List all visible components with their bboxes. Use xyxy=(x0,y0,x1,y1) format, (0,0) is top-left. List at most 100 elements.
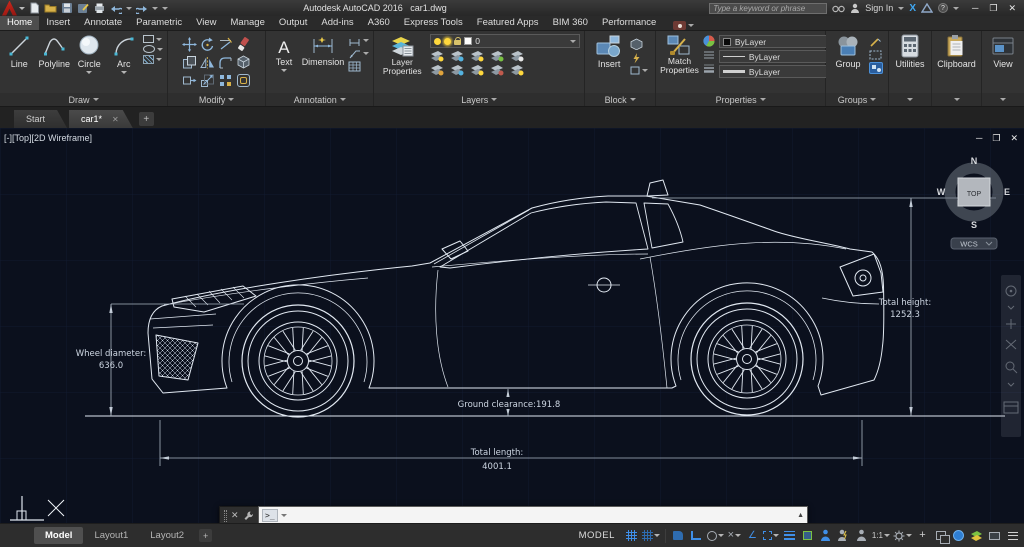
file-tab-car1[interactable]: car1*✕ xyxy=(69,110,133,128)
command-input[interactable] xyxy=(290,511,794,521)
app-menu-caret-icon[interactable] xyxy=(19,7,25,10)
tab-a360[interactable]: A360 xyxy=(361,15,397,30)
customization-menu[interactable] xyxy=(1004,527,1021,544)
polyline-button[interactable]: Polyline xyxy=(38,34,70,69)
polar-tracking-toggle[interactable]: ∠ xyxy=(744,527,761,544)
annotation-scale-person[interactable] xyxy=(853,527,870,544)
plot-icon[interactable] xyxy=(93,2,106,14)
infer-constraints-toggle[interactable] xyxy=(670,527,687,544)
copy-icon[interactable] xyxy=(181,54,198,71)
tab-featured-apps[interactable]: Featured Apps xyxy=(470,15,546,30)
viewport-controls-label[interactable]: [-][Top][2D Wireframe] xyxy=(4,133,92,143)
modify-panel-label[interactable]: Modify xyxy=(168,93,265,106)
group-button[interactable]: Group xyxy=(831,34,865,69)
arc-button[interactable]: Arc xyxy=(109,34,139,74)
layer-isolate-icon[interactable] xyxy=(450,50,464,62)
exchange-apps-icon[interactable]: X xyxy=(909,3,916,14)
linetype-list-icon[interactable] xyxy=(703,50,715,60)
command-line[interactable]: ✕ >_ ▲ xyxy=(219,506,808,523)
tab-performance[interactable]: Performance xyxy=(595,15,663,30)
tab-addins[interactable]: Add-ins xyxy=(314,15,360,30)
clipboard-button[interactable]: Clipboard xyxy=(936,34,977,69)
hatch-icon[interactable] xyxy=(143,55,154,64)
scale-icon[interactable] xyxy=(199,72,216,89)
isoplane-toggle[interactable]: × xyxy=(726,527,743,544)
text-button[interactable]: A Text xyxy=(270,34,297,72)
customize-wrench-icon[interactable] xyxy=(243,510,254,521)
command-history-icon[interactable]: ▲ xyxy=(797,512,804,519)
a360-icon[interactable] xyxy=(921,3,933,13)
rectangle-caret-icon[interactable] xyxy=(156,38,162,41)
hardware-acceleration[interactable] xyxy=(968,527,985,544)
array-icon[interactable] xyxy=(217,72,234,89)
layer-dropdown[interactable]: 0 xyxy=(430,34,580,48)
open-folder-icon[interactable] xyxy=(44,2,57,14)
wcs-dropdown[interactable]: WCS xyxy=(951,238,997,249)
leader-caret-icon[interactable] xyxy=(363,52,369,55)
leader-icon[interactable] xyxy=(348,48,361,59)
tab-home[interactable]: Home xyxy=(0,15,39,30)
block-editor-icon[interactable] xyxy=(630,66,640,75)
new-file-icon[interactable] xyxy=(29,2,40,14)
clipboard-panel-label[interactable] xyxy=(932,93,981,106)
properties-panel-label[interactable]: Properties xyxy=(656,93,825,106)
tab-output[interactable]: Output xyxy=(272,15,315,30)
stretch-icon[interactable] xyxy=(181,72,198,89)
command-line-grip[interactable]: ✕ xyxy=(219,506,258,523)
drawing-viewport[interactable]: Total height: 1252.3 Wheel diameter: 636… xyxy=(0,128,1024,523)
layer-state-icon[interactable] xyxy=(510,64,524,76)
command-input-area[interactable]: >_ ▲ xyxy=(258,506,808,523)
layer-walk-icon[interactable] xyxy=(490,64,504,76)
lineweight-dropdown[interactable]: ByLayer xyxy=(719,65,837,78)
restore-button[interactable]: ❐ xyxy=(989,3,997,14)
group-edit-icon[interactable] xyxy=(869,50,882,60)
linetype-dropdown[interactable]: ByLayer xyxy=(719,50,837,63)
autocad-logo-icon[interactable] xyxy=(2,1,17,16)
utilities-panel-label[interactable] xyxy=(889,93,931,106)
groups-panel-label[interactable]: Groups xyxy=(826,93,888,106)
layout-tab-model[interactable]: Model xyxy=(34,527,83,544)
view-button[interactable]: View xyxy=(986,34,1020,69)
redo-icon[interactable] xyxy=(136,3,148,14)
rectangle-icon[interactable] xyxy=(143,35,154,43)
offset-icon[interactable] xyxy=(235,72,252,89)
layout-tab-layout1[interactable]: Layout1 xyxy=(83,527,139,544)
table-icon[interactable] xyxy=(348,61,361,72)
viewcube-west[interactable]: W xyxy=(937,187,946,197)
minimize-button[interactable]: ─ xyxy=(972,3,978,14)
isodraft-toggle[interactable] xyxy=(706,527,725,544)
view-panel-label[interactable] xyxy=(982,93,1024,106)
viewcube-north[interactable]: N xyxy=(971,156,978,166)
annotation-panel-label[interactable]: Annotation xyxy=(266,93,373,106)
sign-in-caret-icon[interactable] xyxy=(898,7,904,10)
block-panel-label[interactable]: Block xyxy=(585,93,655,106)
lineweight-list-icon[interactable] xyxy=(703,63,715,73)
viewcube-top-face[interactable]: TOP xyxy=(967,191,982,198)
layer-lock-tool-icon[interactable] xyxy=(490,50,504,62)
file-tab-close-icon[interactable]: ✕ xyxy=(112,115,119,124)
help-icon[interactable]: ? xyxy=(938,3,948,13)
ungroup-icon[interactable] xyxy=(869,37,882,48)
model-space-indicator[interactable]: MODEL xyxy=(579,530,615,541)
ellipse-caret-icon[interactable] xyxy=(157,48,163,51)
ellipse-icon[interactable] xyxy=(143,45,155,53)
object-snap-toggle[interactable] xyxy=(762,527,780,544)
tab-bim360[interactable]: BIM 360 xyxy=(546,15,595,30)
object-isolate-pair[interactable] xyxy=(932,527,949,544)
clean-screen-button[interactable] xyxy=(986,527,1003,544)
sign-in-button[interactable]: Sign In xyxy=(865,3,893,13)
grid-toggle[interactable] xyxy=(623,527,640,544)
undo-caret-icon[interactable] xyxy=(126,7,132,10)
new-layout-button[interactable]: + xyxy=(199,529,212,542)
command-close-icon[interactable]: ✕ xyxy=(231,510,239,521)
block-more-caret-icon[interactable] xyxy=(642,69,648,72)
object-color-dropdown[interactable]: ByLayer xyxy=(719,35,837,48)
grip-dots-icon[interactable] xyxy=(224,510,227,522)
linear-dim-caret-icon[interactable] xyxy=(363,39,369,42)
help-caret-icon[interactable] xyxy=(953,7,959,10)
redo-caret-icon[interactable] xyxy=(152,7,158,10)
ortho-toggle[interactable] xyxy=(688,527,705,544)
dimension-button[interactable]: Dimension xyxy=(302,34,345,67)
move-icon[interactable] xyxy=(181,36,198,53)
erase-icon[interactable] xyxy=(235,36,252,53)
